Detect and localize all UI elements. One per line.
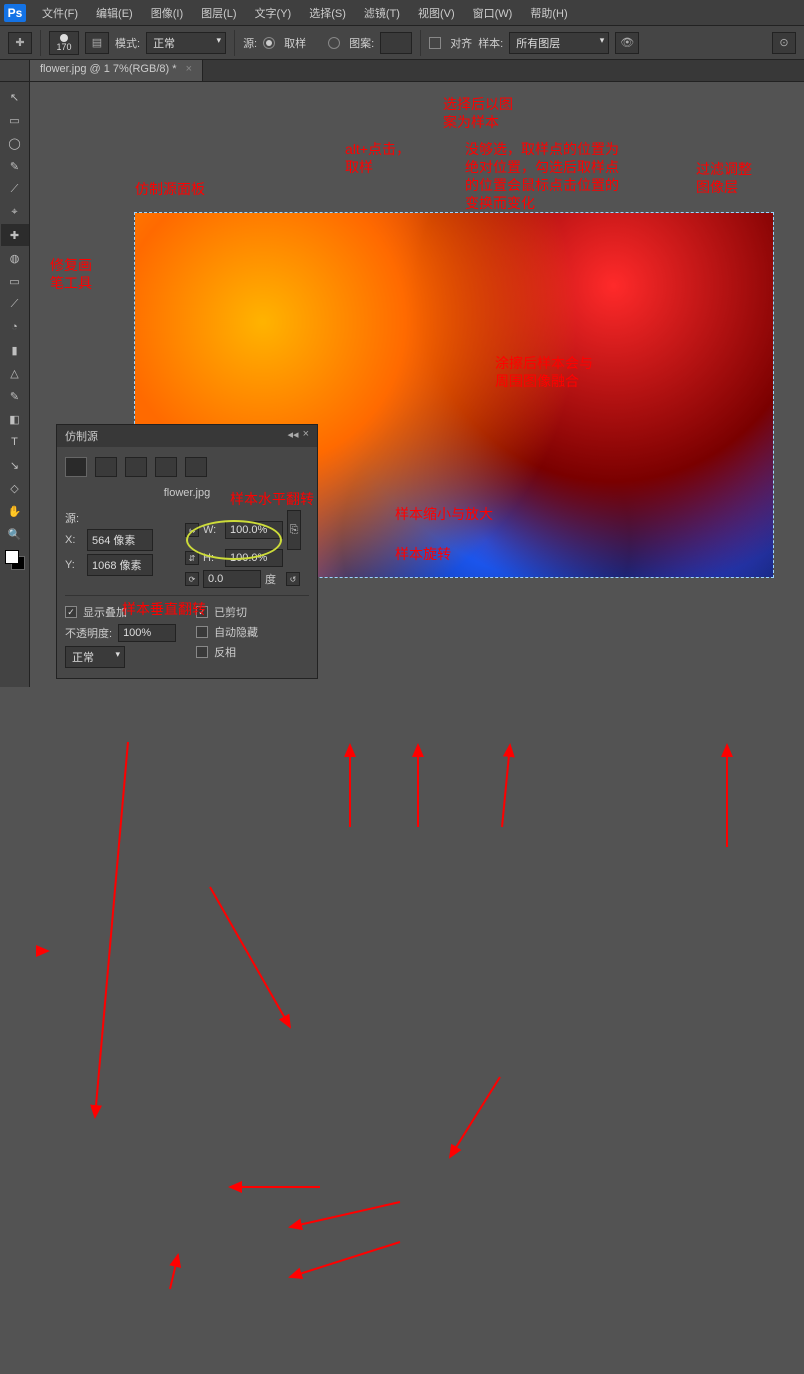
- tool-hand[interactable]: ✋: [1, 500, 29, 522]
- tool-lasso[interactable]: ◯: [1, 132, 29, 154]
- panel-header[interactable]: 仿制源 ◂◂×: [57, 425, 317, 447]
- options-bar: ✚ 170 ▤ 模式: 正常 源: 取样 图案: 对齐 样本: 所有图层 👁 ⊙: [0, 26, 804, 60]
- panel-collapse-icon[interactable]: ◂◂: [288, 428, 299, 444]
- pressure-icon[interactable]: ⊙: [772, 32, 796, 54]
- brush-panel-icon[interactable]: ▤: [85, 32, 109, 54]
- color-swatch[interactable]: [5, 550, 25, 570]
- auto-hide-label: 自动隐藏: [214, 624, 258, 640]
- opacity-label: 不透明度:: [65, 625, 112, 641]
- angle-unit: 度: [265, 571, 276, 587]
- tool-dodge[interactable]: ✎: [1, 385, 29, 407]
- menu-file[interactable]: 文件(F): [34, 3, 86, 23]
- sample-label: 样本:: [478, 35, 503, 51]
- menu-help[interactable]: 帮助(H): [522, 3, 575, 23]
- overlay-blend-dropdown[interactable]: 正常: [65, 646, 125, 668]
- link-wh-icon[interactable]: ⎘: [287, 510, 301, 550]
- src-label: 源:: [65, 510, 83, 526]
- x-input[interactable]: 564 像素: [87, 529, 153, 551]
- clone-preset-5[interactable]: [185, 457, 207, 477]
- document-tab-label: flower.jpg @ 1 7%(RGB/8) *: [40, 63, 177, 75]
- sample-dropdown[interactable]: 所有图层: [509, 32, 609, 54]
- mode-value: 正常: [153, 38, 175, 50]
- aligned-label: 对齐: [450, 35, 472, 51]
- menu-window[interactable]: 窗口(W): [465, 3, 521, 23]
- tool-preset-icon[interactable]: ✚: [8, 32, 32, 54]
- tool-move[interactable]: ↖: [1, 86, 29, 108]
- check-invert[interactable]: [196, 646, 208, 658]
- tool-zoom[interactable]: 🔍: [1, 523, 29, 545]
- clone-preset-1[interactable]: [65, 457, 87, 477]
- menubar: Ps 文件(F) 编辑(E) 图像(I) 图层(L) 文字(Y) 选择(S) 滤…: [0, 0, 804, 26]
- clone-preset-3[interactable]: [125, 457, 147, 477]
- clone-preset-4[interactable]: [155, 457, 177, 477]
- mode-label: 模式:: [115, 35, 140, 51]
- tool-history[interactable]: ⟋: [1, 293, 29, 315]
- x-label: X:: [65, 534, 83, 546]
- tool-healing-brush[interactable]: ✚: [1, 224, 29, 246]
- angle-icon: ⟳: [185, 572, 199, 586]
- brush-dot-icon: [60, 34, 68, 42]
- menu-type[interactable]: 文字(Y): [247, 3, 300, 23]
- sample-value: 所有图层: [516, 38, 560, 50]
- show-overlay-label: 显示叠加: [83, 604, 127, 620]
- check-aligned[interactable]: [429, 37, 441, 49]
- tool-gradient[interactable]: ▮: [1, 339, 29, 361]
- pattern-swatch[interactable]: [380, 32, 412, 54]
- menu-edit[interactable]: 编辑(E): [88, 3, 141, 23]
- menu-image[interactable]: 图像(I): [143, 3, 191, 23]
- arrows-overlay: [0, 687, 804, 1374]
- menu-view[interactable]: 视图(V): [410, 3, 463, 23]
- overlay-blend-value: 正常: [72, 652, 94, 664]
- radio-pattern[interactable]: [328, 37, 340, 49]
- clone-preset-row: [65, 453, 309, 485]
- menu-layer[interactable]: 图层(L): [193, 3, 244, 23]
- invert-label: 反相: [214, 644, 236, 660]
- radio-pattern-label: 图案:: [349, 35, 374, 51]
- clipped-label: 已剪切: [214, 604, 247, 620]
- tool-path[interactable]: ↘: [1, 454, 29, 476]
- opacity-input[interactable]: 100%: [118, 624, 176, 642]
- highlight-ellipse-wh: [186, 520, 282, 560]
- brush-size-value: 170: [56, 42, 71, 52]
- tool-shape[interactable]: ◇: [1, 477, 29, 499]
- tool-wand[interactable]: ✎: [1, 155, 29, 177]
- panel-title: 仿制源: [65, 428, 98, 444]
- source-label: 源:: [243, 35, 257, 51]
- menu-filter[interactable]: 滤镜(T): [356, 3, 408, 23]
- tool-brush[interactable]: ◍: [1, 247, 29, 269]
- check-clipped[interactable]: [196, 606, 208, 618]
- document-tabbar: flower.jpg @ 1 7%(RGB/8) * ×: [0, 60, 804, 82]
- angle-input[interactable]: 0.0: [203, 570, 261, 588]
- radio-sample-label: 取样: [284, 35, 306, 51]
- check-show-overlay[interactable]: [65, 606, 77, 618]
- document-tab[interactable]: flower.jpg @ 1 7%(RGB/8) * ×: [30, 60, 203, 81]
- tool-type[interactable]: T: [1, 431, 29, 453]
- tool-eyedropper[interactable]: ⌖: [1, 201, 29, 223]
- source-filename: flower.jpg: [65, 485, 309, 507]
- mode-dropdown[interactable]: 正常: [146, 32, 226, 54]
- ignore-adjust-icon[interactable]: 👁: [615, 32, 639, 54]
- y-label: Y:: [65, 559, 83, 571]
- clone-preset-2[interactable]: [95, 457, 117, 477]
- clone-source-panel: 仿制源 ◂◂× flower.jpg 源: X: 564 像素 Y: 1068 …: [56, 424, 318, 679]
- panel-close-icon[interactable]: ×: [303, 428, 309, 444]
- y-input[interactable]: 1068 像素: [87, 554, 153, 576]
- tool-marquee[interactable]: ▭: [1, 109, 29, 131]
- close-tab-icon[interactable]: ×: [186, 63, 192, 75]
- menu-select[interactable]: 选择(S): [301, 3, 354, 23]
- tool-blur[interactable]: △: [1, 362, 29, 384]
- radio-sample[interactable]: [263, 37, 275, 49]
- left-toolbar: ↖ ▭ ◯ ✎ ⟋ ⌖ ✚ ◍ ▭ ⟋ ◔ ▮ △ ✎ ◧ T ↘ ◇ ✋ 🔍: [0, 82, 30, 687]
- brush-preview[interactable]: 170: [49, 31, 79, 55]
- tool-crop[interactable]: ⟋: [1, 178, 29, 200]
- tool-eraser[interactable]: ◔: [1, 316, 29, 338]
- tool-pen[interactable]: ◧: [1, 408, 29, 430]
- tool-stamp[interactable]: ▭: [1, 270, 29, 292]
- ps-logo: Ps: [4, 4, 26, 22]
- check-auto-hide[interactable]: [196, 626, 208, 638]
- reset-icon[interactable]: ↺: [286, 572, 300, 586]
